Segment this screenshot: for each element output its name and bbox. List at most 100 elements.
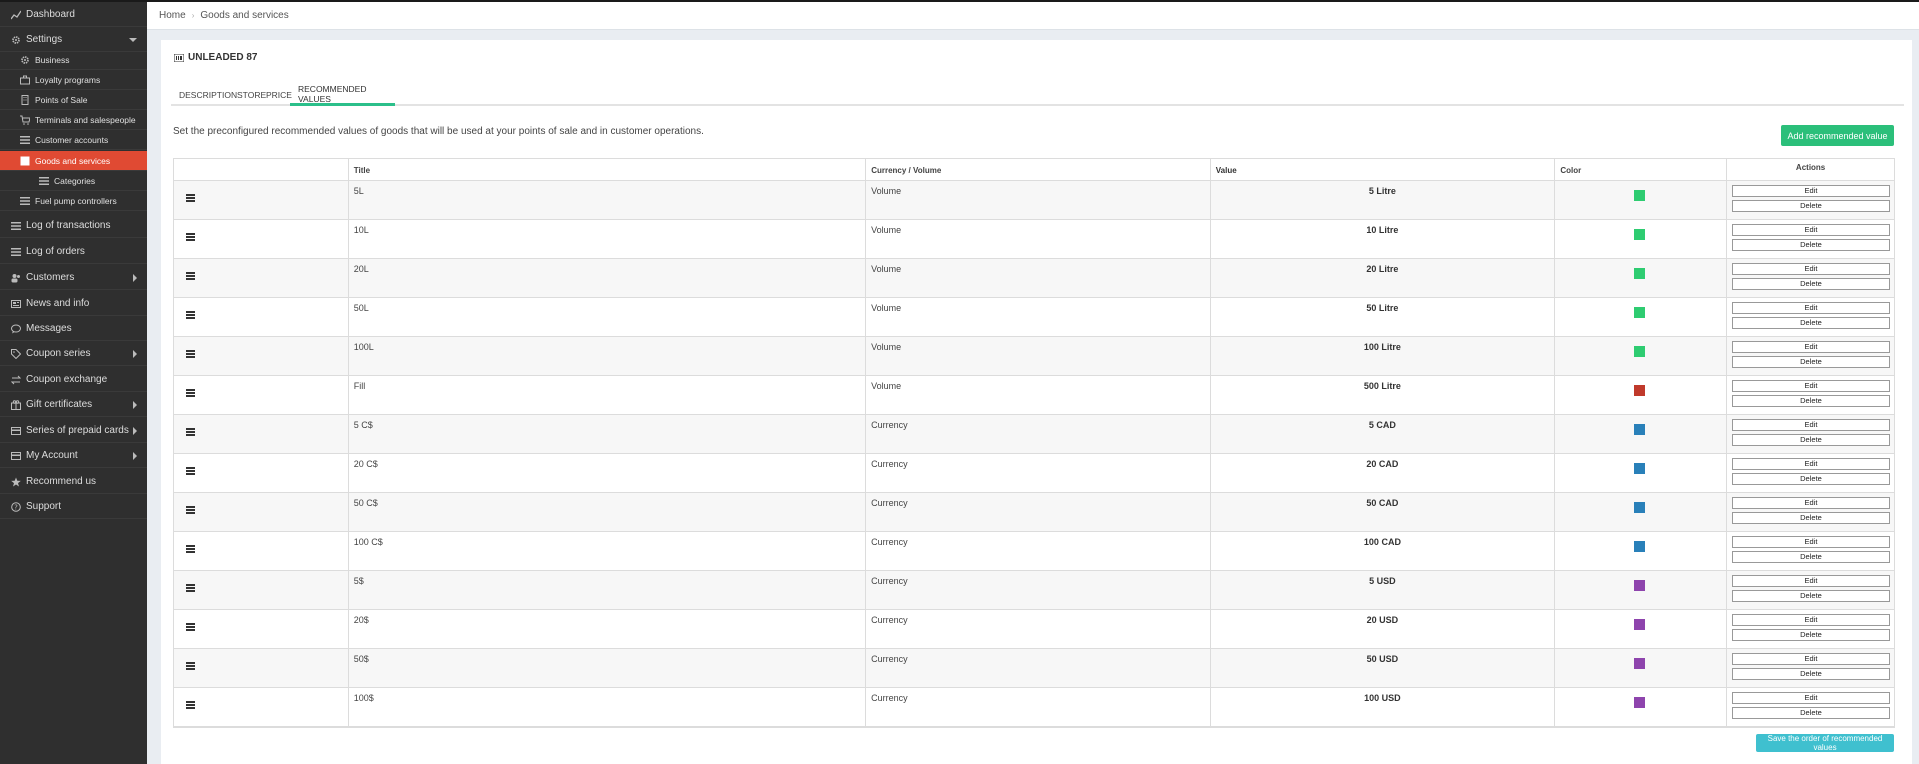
color-swatch: [1634, 541, 1646, 552]
sidebar-item-my-account[interactable]: My Account: [0, 444, 147, 468]
tab-price[interactable]: PRICE: [258, 84, 292, 106]
color-cell: [1555, 298, 1727, 336]
sidebar-item-customers[interactable]: Customers: [0, 266, 147, 290]
breadcrumb-separator: ›: [191, 11, 195, 20]
sidebar-item-messages[interactable]: Messages: [0, 317, 147, 341]
delete-button[interactable]: Delete: [1731, 629, 1890, 641]
delete-button[interactable]: Delete: [1731, 473, 1890, 485]
edit-button[interactable]: Edit: [1731, 536, 1890, 548]
sidebar-item-series-of-prepaid-cards[interactable]: Series of prepaid cards: [0, 419, 147, 443]
cart-icon: [19, 114, 31, 126]
edit-button[interactable]: Edit: [1731, 302, 1890, 314]
color-swatch: [1634, 424, 1646, 435]
edit-button[interactable]: Edit: [1731, 458, 1890, 470]
drag-handle-icon[interactable]: [186, 389, 195, 397]
sidebar-item-points-of-sale[interactable]: Points of Sale: [0, 90, 147, 110]
drag-handle-icon[interactable]: [186, 428, 195, 436]
sidebar-item-coupon-series[interactable]: Coupon series: [0, 342, 147, 366]
actions-cell: Edit Delete: [1727, 298, 1894, 336]
tab-description[interactable]: DESCRIPTION: [171, 84, 237, 106]
edit-button[interactable]: Edit: [1731, 224, 1890, 236]
delete-button[interactable]: Delete: [1731, 668, 1890, 680]
edit-button[interactable]: Edit: [1731, 614, 1890, 626]
drag-handle-icon[interactable]: [186, 545, 195, 553]
sidebar-item-log-of-transactions[interactable]: Log of transactions: [0, 214, 147, 238]
sidebar-item-dashboard[interactable]: Dashboard: [0, 3, 147, 27]
sidebar-item-gift-certificates[interactable]: Gift certificates: [0, 393, 147, 417]
save-order-button[interactable]: Save the order of recommended values: [1756, 734, 1894, 752]
sidebar-item-support[interactable]: ? Support: [0, 495, 147, 519]
drag-handle-icon[interactable]: [186, 662, 195, 670]
drag-handle-icon[interactable]: [186, 506, 195, 514]
tab-recommended-values[interactable]: RECOMMENDED VALUES: [290, 84, 395, 106]
drag-cell: [174, 571, 349, 609]
top-border: [0, 0, 1919, 2]
table-body: 5L Volume 5 Litre Edit Delete 10L Volume 10 Lit…: [174, 181, 1894, 727]
table-header: Title Currency / Volume Value Color Actions: [174, 159, 1894, 181]
color-cell: [1555, 610, 1727, 648]
table-row: 5L Volume 5 Litre Edit Delete: [174, 181, 1894, 220]
delete-button[interactable]: Delete: [1731, 239, 1890, 251]
value-cell: 500 Litre: [1211, 376, 1556, 414]
delete-button[interactable]: Delete: [1731, 551, 1890, 563]
sidebar-item-fuel-pump-controllers[interactable]: Fuel pump controllers: [0, 191, 147, 211]
column-header: Color: [1555, 159, 1728, 180]
edit-button[interactable]: Edit: [1731, 692, 1890, 704]
edit-button[interactable]: Edit: [1731, 341, 1890, 353]
delete-button[interactable]: Delete: [1731, 512, 1890, 524]
delete-button[interactable]: Delete: [1731, 434, 1890, 446]
sidebar-item-settings[interactable]: Settings: [0, 28, 147, 52]
edit-button[interactable]: Edit: [1731, 380, 1890, 392]
delete-button[interactable]: Delete: [1731, 395, 1890, 407]
title-cell: 50 C$: [349, 493, 867, 531]
edit-button[interactable]: Edit: [1731, 263, 1890, 275]
tab-store[interactable]: STORE: [229, 84, 266, 106]
delete-button[interactable]: Delete: [1731, 707, 1890, 719]
sidebar-item-label: Points of Sale: [35, 94, 88, 105]
edit-button[interactable]: Edit: [1731, 497, 1890, 509]
drag-handle-icon[interactable]: [186, 233, 195, 241]
add-recommended-value-button[interactable]: Add recommended value: [1781, 125, 1894, 146]
drag-handle-icon[interactable]: [186, 584, 195, 592]
value-cell: 100 CAD: [1211, 532, 1556, 570]
edit-button[interactable]: Edit: [1731, 653, 1890, 665]
edit-button[interactable]: Edit: [1731, 419, 1890, 431]
edit-button[interactable]: Edit: [1731, 185, 1890, 197]
drag-handle-icon[interactable]: [186, 467, 195, 475]
edit-button[interactable]: Edit: [1731, 575, 1890, 587]
sidebar-item-coupon-exchange[interactable]: Coupon exchange: [0, 368, 147, 392]
sidebar-item-loyalty-programs[interactable]: Loyalty programs: [0, 70, 147, 90]
delete-button[interactable]: Delete: [1731, 356, 1890, 368]
delete-button[interactable]: Delete: [1731, 278, 1890, 290]
sidebar-item-label: Fuel pump controllers: [35, 195, 117, 206]
color-cell: [1555, 649, 1727, 687]
currency-volume-cell: Currency: [866, 415, 1211, 453]
drag-handle-icon[interactable]: [186, 701, 195, 709]
drag-handle-icon[interactable]: [186, 623, 195, 631]
delete-button[interactable]: Delete: [1731, 590, 1890, 602]
sidebar-item-terminals-and-salespeople[interactable]: Terminals and salespeople: [0, 110, 147, 130]
color-swatch: [1634, 619, 1646, 630]
sidebar-item-label: Log of transactions: [26, 220, 111, 231]
breadcrumb-home-link[interactable]: Home: [159, 10, 186, 21]
title-cell: 20 C$: [349, 454, 867, 492]
table-row: 50L Volume 50 Litre Edit Delete: [174, 298, 1894, 337]
sidebar-item-log-of-orders[interactable]: Log of orders: [0, 240, 147, 264]
gear-icon: [10, 34, 22, 46]
drag-handle-icon[interactable]: [186, 194, 195, 202]
drag-handle-icon[interactable]: [186, 350, 195, 358]
sidebar-item-business[interactable]: Business: [0, 50, 147, 70]
currency-volume-cell: Currency: [866, 571, 1211, 609]
color-cell: [1555, 376, 1727, 414]
sidebar-item-goods-and-services[interactable]: Goods and services: [0, 151, 147, 171]
delete-button[interactable]: Delete: [1731, 317, 1890, 329]
sidebar-item-recommend-us[interactable]: Recommend us: [0, 470, 147, 494]
sidebar-item-news-and-info[interactable]: News and info: [0, 292, 147, 316]
sidebar-item-label: Coupon exchange: [26, 374, 108, 385]
title-cell: 5L: [349, 181, 867, 219]
delete-button[interactable]: Delete: [1731, 200, 1890, 212]
sidebar-item-customer-accounts[interactable]: Customer accounts: [0, 130, 147, 150]
drag-handle-icon[interactable]: [186, 311, 195, 319]
drag-handle-icon[interactable]: [186, 272, 195, 280]
sidebar-item-categories[interactable]: Categories: [0, 171, 147, 191]
